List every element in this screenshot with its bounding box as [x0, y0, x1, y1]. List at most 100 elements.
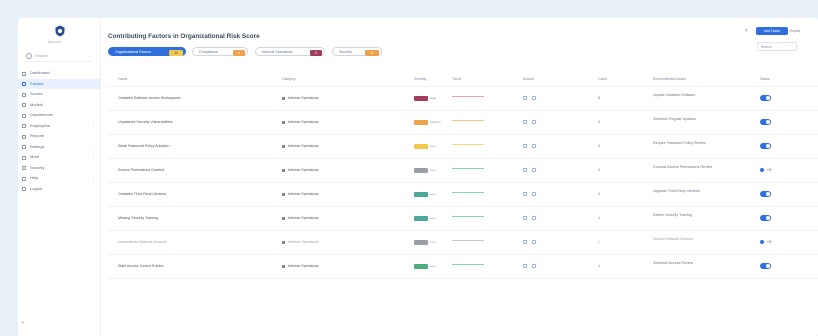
factor-name[interactable]: Weak Password Policy Adoption — [118, 144, 169, 148]
tab-compliance[interactable]: Compliance 4 — [192, 47, 248, 56]
sidebar-search-placeholder: Search — [35, 53, 48, 58]
col-header-status[interactable]: Status — [760, 77, 770, 81]
view-icon[interactable] — [523, 144, 527, 148]
edit-icon[interactable] — [532, 240, 536, 244]
sidebar-item-dashboard[interactable]: Dashboard — [18, 68, 100, 79]
edit-icon[interactable] — [532, 216, 536, 220]
table-row[interactable]: Outdated Third-Party Libraries Internal O… — [108, 183, 818, 207]
col-header-recommended-action[interactable]: Recommended Action — [653, 77, 686, 81]
edit-icon[interactable] — [532, 192, 536, 196]
status-toggle-label: Off — [767, 168, 772, 172]
col-header-category[interactable]: Category — [282, 77, 296, 81]
trend-sparkline — [452, 240, 484, 241]
factor-name[interactable]: Outdated Software Across Workspaces — [118, 96, 180, 100]
header-actions: × Add Factor Export Search — [745, 27, 818, 68]
table-row[interactable]: Unmonitored Network Devices Internal Oper… — [108, 231, 818, 255]
factor-name[interactable]: Unmonitored Network Devices — [118, 240, 167, 244]
sidebar-item-settings[interactable]: Settings › — [18, 142, 100, 153]
count-value: 2 — [598, 192, 600, 196]
page-title: Contributing Factors in Organizational R… — [108, 33, 260, 41]
table-row[interactable]: Outdated Software Across Workspaces Inter… — [108, 87, 818, 111]
severity-badge — [414, 192, 428, 197]
col-header-actions: Actions — [523, 77, 535, 81]
edit-icon[interactable] — [532, 96, 536, 100]
severity-label: Low — [430, 216, 436, 220]
factor-name[interactable]: Missing Security Training — [118, 216, 158, 220]
sidebar-item-label: Employees — [30, 122, 50, 128]
row-actions — [523, 96, 541, 101]
col-header-count[interactable]: Count — [598, 77, 607, 81]
view-icon[interactable] — [523, 240, 527, 244]
status-toggle[interactable] — [760, 143, 771, 149]
nav-item-icon — [22, 71, 26, 76]
count-value: 5 — [598, 120, 600, 124]
nav-item-icon — [22, 92, 26, 97]
sidebar-item-factors[interactable]: Factors — [18, 78, 100, 89]
status-toggle[interactable] — [760, 119, 771, 125]
sidebar-item-models[interactable]: Models — [18, 100, 100, 111]
table-search-placeholder: Search — [761, 45, 772, 49]
status-toggle-label: Off — [767, 240, 772, 244]
category-cell: Internal Operations — [282, 168, 319, 172]
add-factor-button[interactable]: Add Factor — [756, 27, 788, 35]
table-row[interactable]: Missing Security Training Internal Operat… — [108, 207, 818, 231]
tab-security[interactable]: Security 6 — [332, 47, 382, 56]
sidebar-item-scores[interactable]: Scores — [18, 89, 100, 100]
view-icon[interactable] — [523, 216, 527, 220]
edit-icon[interactable] — [532, 168, 536, 172]
sidebar-item-reports[interactable]: Reports — [18, 131, 100, 142]
status-toggle[interactable]: Off — [760, 239, 771, 245]
category-icon — [282, 240, 285, 244]
table-row[interactable]: Unpatched Security Vulnerabilities Intern… — [108, 111, 818, 135]
chevron-right-icon: › — [92, 122, 94, 128]
severity-badge — [414, 216, 428, 221]
factor-name[interactable]: Excess Permissions Granted — [118, 168, 164, 172]
col-header-severity[interactable]: Severity — [414, 77, 426, 81]
collapse-sidebar-icon[interactable]: › — [22, 320, 30, 328]
edit-icon[interactable] — [532, 144, 536, 148]
view-icon[interactable] — [523, 264, 527, 268]
view-icon[interactable] — [523, 120, 527, 124]
table-search-input[interactable]: Search — [757, 42, 797, 51]
col-header-factor[interactable]: Factor — [118, 77, 128, 81]
status-toggle[interactable] — [760, 191, 771, 197]
edit-icon[interactable] — [532, 264, 536, 268]
category-icon — [282, 96, 285, 100]
severity-badge — [414, 240, 428, 245]
factor-name[interactable]: Outdated Third-Party Libraries — [118, 192, 166, 196]
sidebar-item-more[interactable]: More › — [18, 152, 100, 163]
status-toggle[interactable] — [760, 215, 771, 221]
nav-item-icon — [22, 176, 26, 181]
table-row[interactable]: Stale Access Control Entries Internal Ope… — [108, 255, 818, 279]
col-header-trend[interactable]: Trend — [452, 77, 461, 81]
severity-badge — [414, 168, 428, 173]
severity-label: Low — [430, 144, 436, 148]
severity-label: Medium — [430, 120, 441, 124]
table-row[interactable]: Excess Permissions Granted Internal Opera… — [108, 159, 818, 183]
tab-organizational-factors[interactable]: Organizational Factors 12 — [108, 47, 186, 56]
status-toggle[interactable]: Off — [760, 167, 771, 173]
view-icon[interactable] — [523, 96, 527, 100]
sidebar-item-help[interactable]: Help › — [18, 173, 100, 184]
edit-icon[interactable] — [532, 120, 536, 124]
table-header: Factor Category Severity Trend Actions C… — [108, 72, 818, 87]
export-button[interactable]: Export — [790, 27, 818, 35]
sidebar-item-label: Dashboard — [30, 70, 50, 75]
view-icon[interactable] — [523, 192, 527, 196]
category-icon — [282, 216, 285, 220]
status-toggle[interactable] — [760, 263, 771, 269]
factor-name[interactable]: Unpatched Security Vulnerabilities — [118, 120, 173, 124]
sidebar-item-logout[interactable]: Logout — [18, 184, 100, 195]
sidebar-item-employees[interactable]: Employees › — [18, 121, 100, 132]
view-icon[interactable] — [523, 168, 527, 172]
sidebar-item-departments[interactable]: Departments — [18, 110, 100, 121]
sidebar-item-security[interactable]: Security — [18, 163, 100, 174]
tab-internal-operations[interactable]: Internal Operations 3 — [255, 47, 325, 56]
sidebar-nav: Dashboard Factors Scores Models Departments E… — [18, 68, 100, 194]
table-row[interactable]: Weak Password Policy Adoption Internal Op… — [108, 135, 818, 159]
status-toggle[interactable] — [760, 95, 771, 101]
close-icon[interactable]: × — [745, 28, 748, 34]
sidebar-search[interactable]: Search — [26, 51, 92, 62]
factor-name[interactable]: Stale Access Control Entries — [118, 264, 163, 268]
sidebar-item-label: Logout — [30, 185, 43, 191]
